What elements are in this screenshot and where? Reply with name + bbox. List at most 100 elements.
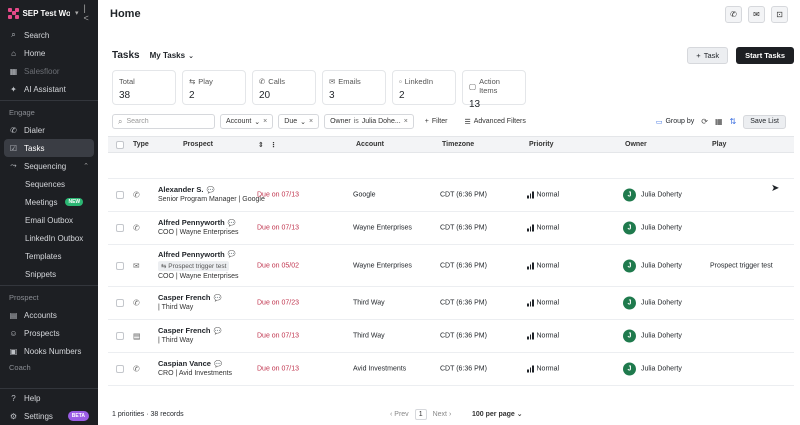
chat-icon[interactable]: 💬 <box>228 250 236 258</box>
owner-cell[interactable]: J Julia Doherty <box>623 296 682 310</box>
chat-icon[interactable]: 💬 <box>214 360 222 368</box>
sidebar-item-snippets[interactable]: Snippets <box>0 265 98 283</box>
sidebar-item-nooks-numbers[interactable]: ▣ Nooks Numbers <box>0 342 98 360</box>
owner-cell[interactable]: J Julia Doherty <box>623 362 682 376</box>
prev-page-button[interactable]: ‹ Prev <box>390 411 409 418</box>
chat-icon[interactable]: 💬 <box>228 219 236 227</box>
group-by-button[interactable]: ▭ Group by <box>656 118 694 126</box>
more-icon[interactable]: ⋮ <box>270 141 277 149</box>
prospect-name[interactable]: Alfred Pennyworth <box>158 250 225 259</box>
account-filter[interactable]: Account ⌄ × <box>220 114 274 129</box>
select-all-checkbox[interactable] <box>116 140 124 149</box>
sidebar-item-sequencing[interactable]: ⤳ Sequencing ⌃ <box>0 157 98 175</box>
search-input[interactable] <box>126 118 207 125</box>
close-icon[interactable]: × <box>404 118 408 125</box>
sidebar-item-home[interactable]: ⌂ Home <box>0 44 98 62</box>
prospect-cell[interactable]: Alfred Pennyworth 💬 ⇆ Prospect trigger te… <box>158 250 239 282</box>
columns-icon[interactable]: ▦ <box>715 117 723 126</box>
account-cell[interactable]: Google <box>353 192 376 199</box>
view-selector[interactable]: My Tasks ⌄ <box>150 51 194 60</box>
account-cell[interactable]: Wayne Enterprises <box>353 225 412 232</box>
stat-calls[interactable]: ✆ Calls 20 <box>252 70 316 105</box>
start-tasks-button[interactable]: Start Tasks <box>736 46 794 64</box>
table-row[interactable]: ✆ Casper French 💬 | Third Way Due on 07/2… <box>108 287 794 320</box>
table-row[interactable]: ✆ Alexander S. 💬 Senior Program Manager |… <box>108 179 794 212</box>
workspace-switcher[interactable]: SEP Test Wo... ▾ |< <box>0 0 98 26</box>
sidebar-item-dialer[interactable]: ✆ Dialer <box>0 121 98 139</box>
sidebar-item-templates[interactable]: Templates <box>0 247 98 265</box>
owner-cell[interactable]: J Julia Doherty <box>623 259 682 272</box>
prospect-cell[interactable]: Caspian Vance 💬 CRO | Avid Investments <box>158 359 238 379</box>
owner-filter[interactable]: Owner is Julia Dohe... × <box>324 114 414 129</box>
advanced-filters-button[interactable]: ☰ Advanced Filters <box>458 114 531 129</box>
due-filter[interactable]: Due ⌄ × <box>278 114 320 129</box>
add-task-button[interactable]: + Task <box>687 46 729 64</box>
row-checkbox[interactable] <box>116 261 124 270</box>
column-header-priority[interactable]: Priority <box>529 141 554 148</box>
chat-icon[interactable]: 💬 <box>214 327 222 335</box>
save-list-button[interactable]: Save List <box>743 114 786 129</box>
priority-cell[interactable]: Normal <box>527 262 559 269</box>
table-row[interactable]: ✆ Alfred Pennyworth 💬 COO | Wayne Enterpr… <box>108 212 794 245</box>
close-icon[interactable]: × <box>309 118 313 125</box>
table-row[interactable]: ▤ Casper French 💬 | Third Way Due on 07/1… <box>108 320 794 353</box>
column-header-owner[interactable]: Owner <box>625 141 647 148</box>
table-row[interactable]: ✉ Alfred Pennyworth 💬 ⇆ Prospect trigger … <box>108 245 794 287</box>
column-header-account[interactable]: Account <box>356 141 384 148</box>
priority-cell[interactable]: Normal <box>527 299 559 307</box>
mail-button[interactable]: ✉ <box>748 5 765 23</box>
account-cell[interactable]: Wayne Enterprises <box>353 262 412 269</box>
prospect-cell[interactable]: Casper French 💬 | Third Way <box>158 293 238 313</box>
prospect-cell[interactable]: Alfred Pennyworth 💬 COO | Wayne Enterpris… <box>158 218 239 238</box>
sidebar-item-accounts[interactable]: ▤ Accounts <box>0 306 98 324</box>
search-box[interactable]: ⌕ <box>112 114 215 129</box>
sidebar-item-prospects[interactable]: ☺ Prospects <box>0 324 98 342</box>
column-header-prospect[interactable]: Prospect <box>183 141 213 148</box>
sidebar-item-ai-assistant[interactable]: ✦ AI Assistant <box>0 80 98 98</box>
prospect-name[interactable]: Alexander S. <box>158 185 203 194</box>
sidebar-item-email-outbox[interactable]: Email Outbox <box>0 211 98 229</box>
chat-icon[interactable]: 💬 <box>206 186 214 194</box>
owner-cell[interactable]: J Julia Doherty <box>623 188 682 202</box>
close-icon[interactable]: × <box>263 118 267 125</box>
stat-emails[interactable]: ✉ Emails 3 <box>322 70 386 105</box>
owner-cell[interactable]: J Julia Doherty <box>623 329 682 343</box>
add-filter-button[interactable]: + Filter <box>419 114 454 129</box>
per-page-select[interactable]: 100 per page ⌄ <box>472 410 523 418</box>
table-row[interactable]: ✆ Caspian Vance 💬 CRO | Avid Investments … <box>108 353 794 386</box>
prospect-cell[interactable]: Alexander S. 💬 Senior Program Manager | G… <box>158 185 265 205</box>
row-checkbox[interactable] <box>116 191 124 199</box>
sidebar-item-linkedin-outbox[interactable]: LinkedIn Outbox <box>0 229 98 247</box>
prospect-name[interactable]: Caspian Vance <box>158 359 211 368</box>
prospect-name[interactable]: Casper French <box>158 326 211 335</box>
panel-button[interactable]: ⊡ <box>771 5 788 23</box>
prospect-name[interactable]: Alfred Pennyworth <box>158 218 225 227</box>
sidebar-item-help[interactable]: ? Help <box>0 389 98 407</box>
collapse-sidebar-icon[interactable]: |< <box>83 3 90 23</box>
stat-action-items[interactable]: ▢ Action Items 13 <box>462 70 526 110</box>
row-checkbox[interactable] <box>116 332 124 340</box>
current-page[interactable]: 1 <box>414 408 427 420</box>
column-header-play[interactable]: Play <box>712 141 726 148</box>
stat-play[interactable]: ⇆ Play 2 <box>182 70 246 105</box>
sort-icon[interactable]: ⇕ <box>258 141 264 149</box>
priority-cell[interactable]: Normal <box>527 365 559 373</box>
row-checkbox[interactable] <box>116 365 124 373</box>
sidebar-item-salesfloor[interactable]: ▦ Salesfloor <box>0 62 98 80</box>
column-header-type[interactable]: Type <box>133 141 149 148</box>
stat-linkedin[interactable]: ▫ LinkedIn 2 <box>392 70 456 105</box>
sidebar-item-tasks[interactable]: ☑ Tasks <box>4 139 94 157</box>
refresh-icon[interactable]: ⟳ <box>701 117 708 126</box>
sort-icon[interactable]: ⇅ <box>730 117 737 126</box>
owner-cell[interactable]: J Julia Doherty <box>623 221 682 235</box>
prospect-name[interactable]: Casper French <box>158 293 211 302</box>
sidebar-item-meetings[interactable]: Meetings NEW <box>0 193 98 211</box>
priority-cell[interactable]: Normal <box>527 191 559 199</box>
row-checkbox[interactable] <box>116 299 124 307</box>
account-cell[interactable]: Avid Investments <box>353 366 406 373</box>
priority-cell[interactable]: Normal <box>527 332 559 340</box>
account-cell[interactable]: Third Way <box>353 300 385 307</box>
stat-total[interactable]: Total 38 <box>112 70 176 105</box>
priority-cell[interactable]: Normal <box>527 224 559 232</box>
sidebar-item-search[interactable]: ⌕ Search <box>0 26 98 44</box>
